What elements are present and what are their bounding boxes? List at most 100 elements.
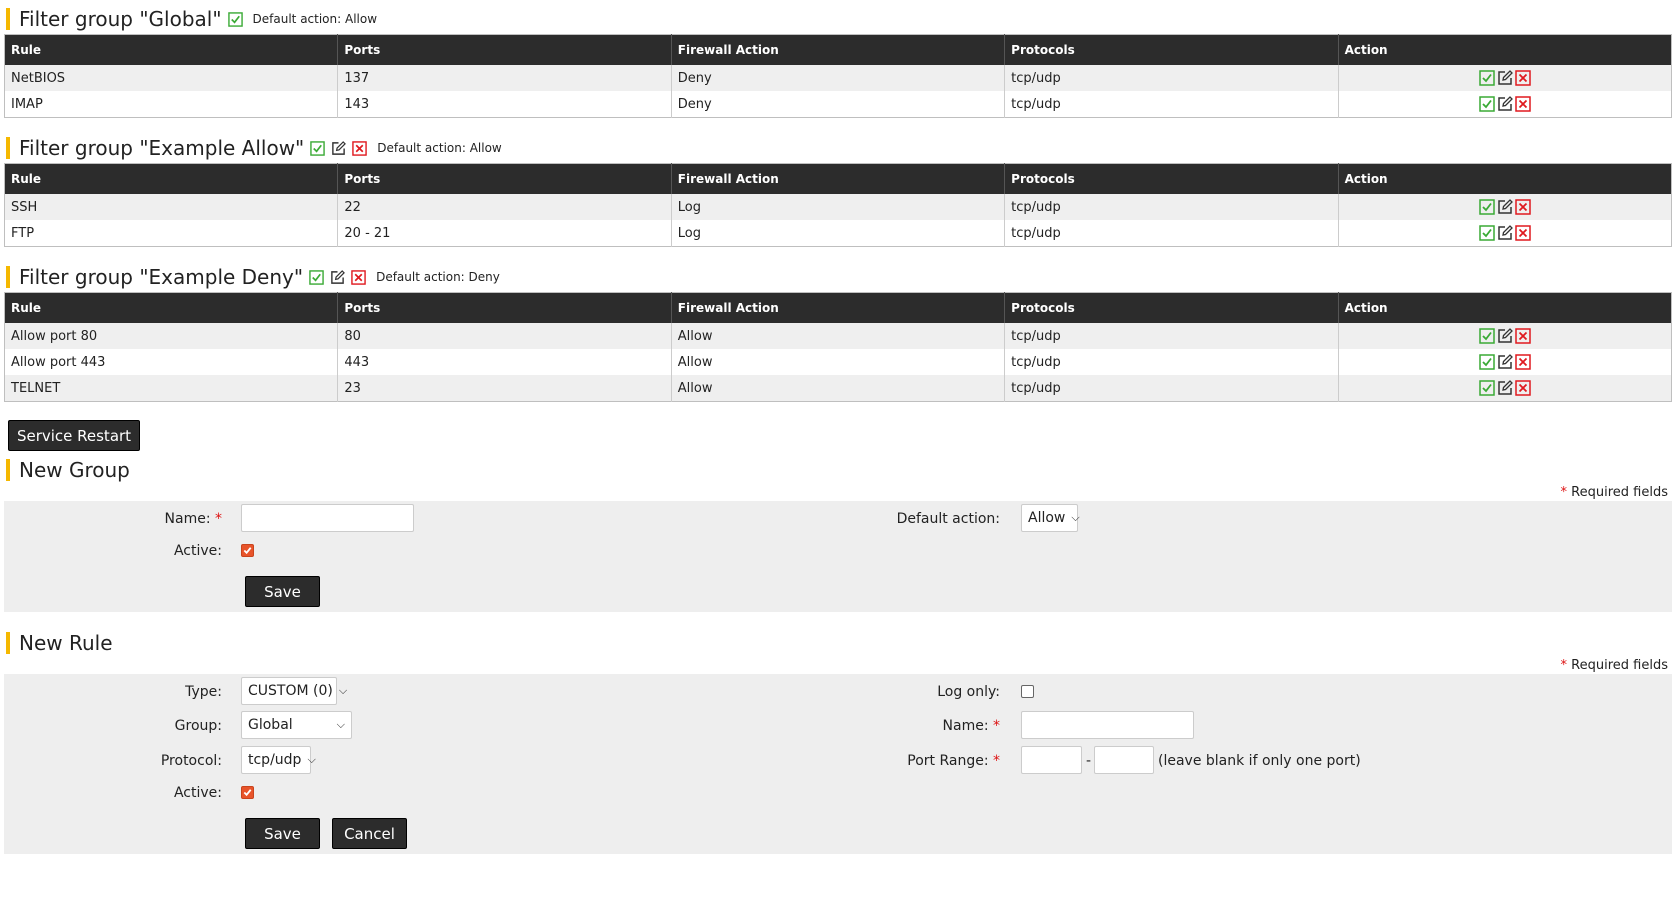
cell-rule: TELNET (4, 375, 339, 402)
table-row: FTP 20 - 21 Log tcp/udp (4, 220, 1672, 247)
edit-pencil-icon[interactable] (1497, 199, 1513, 215)
name-label-text: Name: (942, 718, 989, 734)
column-header-firewall-action[interactable]: Firewall Action (671, 34, 1006, 65)
edit-pencil-icon[interactable] (1497, 380, 1513, 396)
checkbox-check-icon[interactable] (1479, 199, 1495, 215)
cell-ports: 137 (337, 65, 672, 91)
cell-protocols: tcp/udp (1004, 323, 1339, 349)
group-title: Filter group "Example Deny" (19, 265, 304, 289)
required-star: * (215, 511, 222, 527)
rule-save-button[interactable]: Save (245, 818, 320, 849)
column-header-protocols[interactable]: Protocols (1004, 292, 1339, 323)
group-save-button[interactable]: Save (245, 576, 320, 607)
column-header-ports[interactable]: Ports (337, 163, 672, 194)
delete-x-icon[interactable] (1515, 328, 1531, 344)
edit-pencil-icon[interactable] (331, 140, 347, 156)
checkbox-check-icon[interactable] (227, 11, 243, 27)
service-restart-button[interactable]: Service Restart (8, 420, 140, 451)
group-name-input[interactable] (241, 504, 414, 532)
checkbox-check-icon[interactable] (1479, 70, 1495, 86)
cell-firewall-action: Allow (671, 323, 1006, 349)
column-header-rule[interactable]: Rule (4, 163, 339, 194)
rules-table-example-allow: Rule Ports Firewall Action Protocols Act… (4, 163, 1672, 247)
edit-pencil-icon[interactable] (1497, 70, 1513, 86)
cell-rule: Allow port 80 (4, 323, 339, 349)
log-only-label: Log only: (937, 684, 1000, 700)
cell-protocols: tcp/udp (1004, 65, 1339, 91)
checkbox-check-icon[interactable] (1479, 328, 1495, 344)
cell-actions (1338, 375, 1672, 402)
cell-ports: 443 (337, 349, 672, 375)
default-action-text: Default action: Allow (377, 141, 502, 155)
required-star: * (993, 753, 1000, 769)
column-header-protocols[interactable]: Protocols (1004, 163, 1339, 194)
delete-x-icon[interactable] (1515, 70, 1531, 86)
checkbox-check-icon[interactable] (1479, 225, 1495, 241)
delete-x-icon[interactable] (351, 269, 366, 285)
edit-pencil-icon[interactable] (330, 269, 346, 285)
active-checkbox[interactable] (241, 544, 254, 557)
table-row: Allow port 80 80 Allow tcp/udp (4, 323, 1672, 349)
group-actions (309, 269, 372, 285)
default-action-text: Default action: Deny (376, 270, 500, 284)
active-checkbox[interactable] (241, 786, 254, 799)
delete-x-icon[interactable] (1515, 380, 1531, 396)
delete-x-icon[interactable] (1515, 354, 1531, 370)
table-row: Allow port 443 443 Allow tcp/udp (4, 349, 1672, 375)
column-header-ports[interactable]: Ports (337, 34, 672, 65)
cell-ports: 22 (337, 194, 672, 220)
section-accent-bar (6, 632, 10, 654)
table-row: TELNET 23 Allow tcp/udp (4, 375, 1672, 402)
column-header-firewall-action[interactable]: Firewall Action (671, 292, 1006, 323)
new-group-title: New Group (19, 458, 130, 482)
type-select[interactable]: CUSTOM (0) ⌵ (241, 677, 347, 705)
required-fields-text: Required fields (1571, 658, 1668, 673)
table-header-row: Rule Ports Firewall Action Protocols Act… (4, 34, 1672, 65)
delete-x-icon[interactable] (352, 140, 368, 156)
checkbox-check-icon[interactable] (1479, 354, 1495, 370)
chevron-down-icon: ⌵ (336, 718, 345, 731)
column-header-firewall-action[interactable]: Firewall Action (671, 163, 1006, 194)
rules-table-global: Rule Ports Firewall Action Protocols Act… (4, 34, 1672, 118)
default-action-select[interactable]: Allow ⌵ (1021, 504, 1080, 532)
rule-name-input[interactable] (1021, 711, 1194, 739)
group-value: Global (248, 717, 293, 733)
group-label: Group: (174, 718, 222, 734)
group-title: Filter group "Global" (19, 7, 222, 31)
port-range-start-input[interactable] (1021, 746, 1082, 774)
section-accent-bar (6, 266, 10, 288)
checkbox-check-icon[interactable] (1479, 380, 1495, 396)
protocol-select[interactable]: tcp/udp ⌵ (241, 746, 316, 774)
column-header-protocols[interactable]: Protocols (1004, 34, 1339, 65)
checkbox-check-icon[interactable] (1479, 96, 1495, 112)
rules-table-example-deny: Rule Ports Firewall Action Protocols Act… (4, 292, 1672, 402)
cell-rule: SSH (4, 194, 339, 220)
cell-protocols: tcp/udp (1004, 375, 1339, 402)
delete-x-icon[interactable] (1515, 199, 1531, 215)
checkbox-check-icon[interactable] (309, 269, 324, 285)
type-value: CUSTOM (0) (248, 683, 333, 699)
delete-x-icon[interactable] (1515, 225, 1531, 241)
edit-pencil-icon[interactable] (1497, 328, 1513, 344)
default-action-value: Allow (1028, 510, 1066, 526)
column-header-ports[interactable]: Ports (337, 292, 672, 323)
rule-cancel-button[interactable]: Cancel (332, 818, 407, 849)
section-accent-bar (6, 8, 10, 30)
chevron-down-icon: ⌵ (338, 684, 348, 697)
edit-pencil-icon[interactable] (1497, 225, 1513, 241)
column-header-rule[interactable]: Rule (4, 292, 339, 323)
table-row: SSH 22 Log tcp/udp (4, 194, 1672, 220)
log-only-checkbox[interactable] (1021, 685, 1034, 698)
port-range-end-input[interactable] (1094, 746, 1154, 774)
cell-ports: 20 - 21 (337, 220, 672, 247)
column-header-rule[interactable]: Rule (4, 34, 339, 65)
edit-pencil-icon[interactable] (1497, 354, 1513, 370)
new-group-form: Name: * Default action: Allow ⌵ Active: S… (4, 501, 1672, 612)
new-group-header: New Group (6, 457, 130, 483)
chevron-down-icon: ⌵ (1071, 511, 1080, 524)
delete-x-icon[interactable] (1515, 96, 1531, 112)
group-select[interactable]: Global ⌵ (241, 711, 352, 739)
default-action-text: Default action: Allow (252, 12, 378, 26)
checkbox-check-icon[interactable] (310, 140, 326, 156)
edit-pencil-icon[interactable] (1497, 96, 1513, 112)
